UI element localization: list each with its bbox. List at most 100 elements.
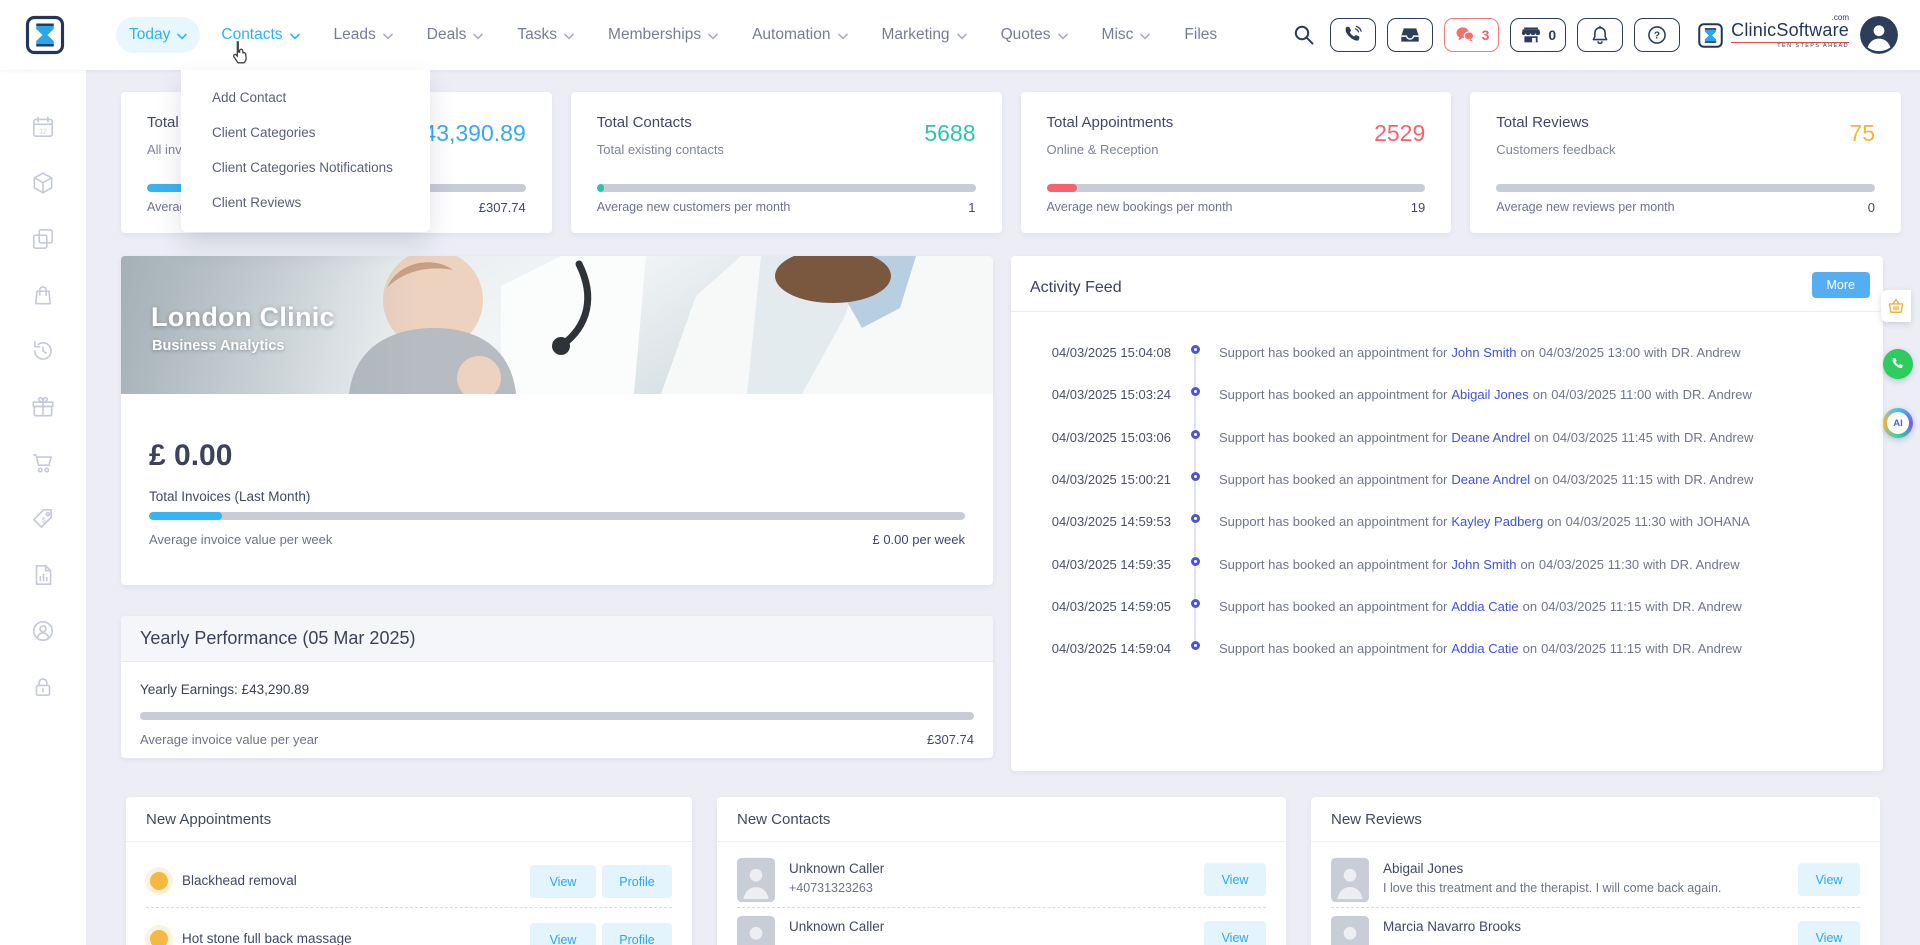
nav-item-files[interactable]: Files xyxy=(1171,17,1230,53)
activity-date: 04/03/2025 11:15 xyxy=(1541,598,1642,614)
timeline-dot-icon xyxy=(1190,641,1200,651)
view-button[interactable]: View xyxy=(530,865,596,898)
nav-item-automation[interactable]: Automation xyxy=(739,17,860,53)
activity-date: 04/03/2025 11:30 xyxy=(1538,556,1640,572)
view-button[interactable]: View xyxy=(1798,921,1860,945)
brand-logo[interactable]: ClinicSoftware .com TEN STEPS AHEAD xyxy=(1697,13,1849,50)
nav-item-memberships[interactable]: Memberships xyxy=(595,17,731,53)
nav-item-today[interactable]: Today xyxy=(116,17,201,53)
contact-avatar xyxy=(737,857,775,908)
nav-item-leads[interactable]: Leads xyxy=(321,17,406,53)
stat-card-total-appointments: Total Appointments Online & Reception 2529… xyxy=(1020,92,1452,233)
appointment-name: Hot stone full back massage xyxy=(182,931,352,945)
copy-icon[interactable] xyxy=(30,226,56,252)
stat-footer: Average new reviews per month 0 xyxy=(1496,200,1875,215)
inbox-button[interactable] xyxy=(1386,18,1433,52)
activity-timestamp: 04/03/2025 15:00:21 xyxy=(1051,471,1171,487)
activity-contact-link[interactable]: Addia Catie xyxy=(1451,641,1518,656)
invoice-footer-value: £ 0.00 per week xyxy=(872,532,965,547)
appointment-name: Blackhead removal xyxy=(182,873,297,888)
activity-prefix: Support has booked an appointment for xyxy=(1219,598,1448,614)
dropdown-item-client-reviews[interactable]: Client Reviews xyxy=(181,185,430,220)
activity-contact-link[interactable]: John Smith xyxy=(1451,345,1516,360)
activity-contact-link[interactable]: Addia Catie xyxy=(1451,599,1518,614)
brand-name: ClinicSoftware xyxy=(1731,19,1849,40)
timeline-marker xyxy=(1171,640,1219,651)
new-appointments-panel: New Appointments Blackhead removal View Pr… xyxy=(126,797,692,945)
clinic-dashboard: Today Contacts Leads Deals Tasks Memberships A… xyxy=(0,0,1920,945)
cube-icon[interactable] xyxy=(30,170,56,196)
activity-text: Support has booked an appointment for Joh… xyxy=(1219,556,1875,572)
view-button[interactable]: View xyxy=(1204,921,1266,945)
stat-footer-label: Average new bookings per month xyxy=(1046,200,1233,214)
review-text: I love this treatment and the therapist.… xyxy=(1383,881,1722,895)
dropdown-item-client-categories-notifications[interactable]: Client Categories Notifications xyxy=(181,150,430,185)
activity-feed-title: Activity Feed xyxy=(1030,279,1122,296)
activity-contact-link[interactable]: Abigail Jones xyxy=(1451,387,1528,402)
gift-icon[interactable] xyxy=(30,394,56,420)
chat-button[interactable]: 3 xyxy=(1443,18,1500,52)
appointment-row: Hot stone full back massage View Profile xyxy=(126,915,692,945)
help-button[interactable]: ? xyxy=(1634,18,1681,52)
activity-contact-link[interactable]: John Smith xyxy=(1451,557,1516,572)
stat-value: 2529 xyxy=(1374,120,1426,146)
nav-item-tasks[interactable]: Tasks xyxy=(504,17,587,53)
user-avatar[interactable] xyxy=(1860,16,1898,54)
store-button[interactable]: 0 xyxy=(1510,18,1567,52)
timeline-marker xyxy=(1171,471,1219,481)
activity-on: on xyxy=(1534,471,1549,487)
activity-contact-link[interactable]: Deane Andrel xyxy=(1451,430,1530,445)
appointment-row: Blackhead removal View Profile xyxy=(126,857,692,905)
nav-item-quotes[interactable]: Quotes xyxy=(988,17,1081,53)
app-logo-icon[interactable] xyxy=(24,14,66,56)
activity-more-button[interactable]: More xyxy=(1811,272,1870,298)
search-icon[interactable] xyxy=(1289,20,1319,50)
cart-icon[interactable] xyxy=(30,450,56,476)
activity-contact-link[interactable]: Deane Andrel xyxy=(1451,472,1530,487)
nav-item-deals[interactable]: Deals xyxy=(414,17,497,53)
activity-date: 04/03/2025 11:15 xyxy=(1541,641,1642,657)
dropdown-item-client-categories[interactable]: Client Categories xyxy=(181,115,430,150)
call-float-button[interactable] xyxy=(1883,349,1913,379)
timeline-marker xyxy=(1171,429,1219,439)
svg-text:$: $ xyxy=(42,517,46,524)
activity-date: 04/03/2025 13:00 xyxy=(1538,345,1641,360)
bag-icon[interactable] xyxy=(30,282,56,308)
nav-item-marketing[interactable]: Marketing xyxy=(869,17,980,53)
store-count-badge: 0 xyxy=(1548,27,1557,43)
nav-item-label: Today xyxy=(129,26,171,43)
timeline-dot-icon xyxy=(1190,345,1200,354)
profile-button[interactable]: Profile xyxy=(602,923,672,945)
activity-with: with xyxy=(1656,471,1681,487)
reviewer-avatar xyxy=(1331,915,1369,945)
reviewer-name: Abigail Jones xyxy=(1383,861,1464,876)
activity-staff: DR. Andrew xyxy=(1684,471,1754,487)
contact-name: Unknown Caller xyxy=(789,861,885,876)
account-icon[interactable] xyxy=(30,618,56,644)
activity-staff: DR. Andrew xyxy=(1670,556,1740,572)
basket-float-button[interactable] xyxy=(1881,290,1911,322)
nav-item-misc[interactable]: Misc xyxy=(1089,17,1164,53)
invoice-total-label: Total Invoices (Last Month) xyxy=(149,489,311,504)
phone-button[interactable] xyxy=(1329,18,1376,52)
contact-name: Unknown Caller xyxy=(789,919,885,934)
notifications-button[interactable] xyxy=(1577,18,1624,52)
history-icon[interactable] xyxy=(30,338,56,364)
activity-contact-link[interactable]: Kayley Padberg xyxy=(1451,514,1543,529)
stat-progress-fill xyxy=(596,184,605,192)
view-button[interactable]: View xyxy=(530,923,596,945)
calendar-icon[interactable]: 12 xyxy=(30,114,56,140)
ai-float-button[interactable]: AI xyxy=(1883,408,1913,438)
report-icon[interactable] xyxy=(30,562,56,588)
view-button[interactable]: View xyxy=(1798,863,1860,896)
activity-text: Support has booked an appointment for Add… xyxy=(1219,598,1875,614)
profile-button[interactable]: Profile xyxy=(602,865,672,898)
timeline-marker xyxy=(1171,344,1219,354)
view-button[interactable]: View xyxy=(1204,863,1266,896)
dropdown-item-add-contact[interactable]: Add Contact xyxy=(181,80,430,115)
price-tag-icon[interactable]: $ xyxy=(30,506,56,532)
lock-icon[interactable] xyxy=(30,674,56,700)
new-reviews-panel: New Reviews Abigail Jones I love this tre… xyxy=(1311,797,1880,945)
nav-item-contacts[interactable]: Contacts xyxy=(208,17,312,53)
chevron-down-icon xyxy=(289,33,300,40)
